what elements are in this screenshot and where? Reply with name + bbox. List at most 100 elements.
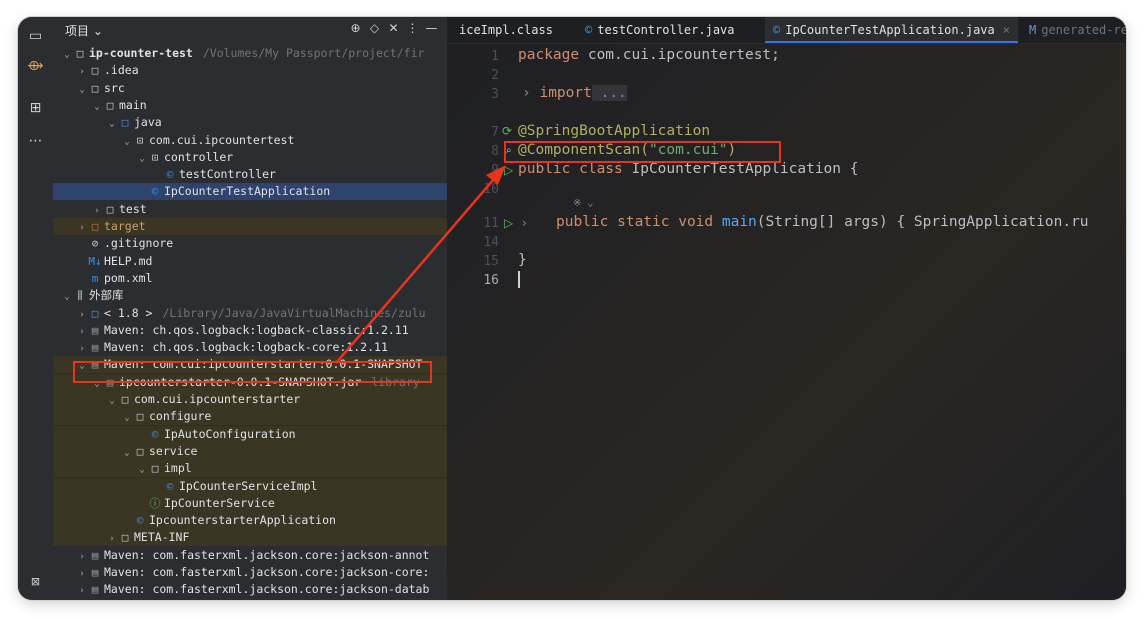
run-icon[interactable]: ▷ [504,163,513,177]
tree-chevron-icon[interactable]: › [76,583,88,598]
tree-chevron-icon[interactable]: › [76,64,88,79]
tree-chevron-icon[interactable]: › [76,566,88,581]
tree-chevron-icon[interactable]: ⌄ [121,410,133,425]
tree-item-label: IpCounterServiceImpl [179,478,318,493]
tree-item[interactable]: › □ .idea [53,62,447,79]
code-line-11[interactable]: public static void main(String[] args) {… [556,214,1089,230]
tree-chevron-icon[interactable]: › [106,531,118,546]
tree-node-icon: □ [121,116,129,130]
tree-item[interactable]: ⌄ □ impl [53,460,447,478]
tree-item-label: com.cui.ipcounterstarter [134,392,301,406]
tab-label: generated-re [1041,23,1126,37]
commit-icon[interactable]: ⟴ [23,53,48,78]
fold-chevron-icon[interactable]: › [522,216,527,230]
tree-item[interactable]: › □ < 1.8 > /Library/Java/JavaVirtualMachin… [53,305,447,322]
minimize-icon[interactable]: — [422,21,441,35]
code-line-3[interactable]: › import ... [522,85,627,101]
tree-item[interactable]: › ▤ Maven: com.fasterxml.jackson.core:jack… [53,547,447,564]
tree-node-icon: ▤ [91,583,99,597]
usage-hint[interactable]: ※ ⌄ [573,198,593,209]
tree-item[interactable]: › ▤ Maven: ch.qos.logback:logback-classic:… [53,322,447,339]
tree-item[interactable]: © IpAutoConfiguration [53,425,447,443]
editor-tab[interactable]: Mgenerated-re [1021,17,1126,43]
tree-item-label: com.cui.ipcountertest [149,132,295,147]
tree-item[interactable]: ⓘ IpCounterService [53,494,447,512]
tree-item[interactable]: ⊘ .gitignore [53,235,447,252]
tree-node-icon: ⫼ [77,289,83,303]
tree-node-icon: □ [106,202,114,216]
close-icon[interactable]: × [1003,23,1010,37]
tree-chevron-icon[interactable]: › [76,220,88,235]
tree-chevron-icon[interactable]: › [76,324,88,339]
tree-chevron-icon[interactable]: › [76,307,88,322]
more-tools-icon[interactable]: ⋯ [23,128,48,153]
project-panel-title[interactable]: 项目 ⌄ [65,22,103,39]
line-number: 15 [483,254,499,269]
tree-item[interactable]: › ▤ Maven: ch.qos.logback:logback-core:1.2… [53,339,447,356]
tree-chevron-icon[interactable]: ⌄ [91,99,103,114]
tree-item[interactable]: ⌄ ⊡ controller [53,149,447,166]
tree-chevron-icon[interactable]: ⌄ [76,82,88,97]
tree-node-icon: □ [121,393,129,406]
tree-item[interactable]: ⌄ □ ip-counter-test/Volumes/My Passport/pr… [53,45,447,62]
code-line-9[interactable]: public class IpCounterTestApplication { [518,161,858,177]
tree-item[interactable]: › □ target [53,218,447,235]
editor-tab[interactable]: © IpCounterTestApplication.java × [765,17,1018,43]
tree-item-label: service [149,443,198,458]
tree-item-label: META-INF [134,530,190,545]
tree-item[interactable]: © IpCounterTestApplication [53,183,447,201]
tree-chevron-icon[interactable]: ⌄ [121,134,133,149]
tree-chevron-icon[interactable]: ⌄ [106,116,118,131]
line-number: 8 [491,144,499,159]
tree-chevron-icon[interactable]: ⌄ [106,393,118,408]
tree-chevron-icon[interactable]: ⌄ [61,289,73,304]
structure-icon[interactable]: ⊞ [23,95,48,120]
tree-item[interactable]: › □ test [53,201,447,218]
editor-tab[interactable]: iceImpl.class [451,17,561,43]
tree-item[interactable]: © testController [53,166,447,183]
tree-chevron-icon[interactable]: ⌄ [136,151,148,166]
code-line-15[interactable]: } [518,252,527,268]
tree-item[interactable]: © IpCounterServiceImpl [53,477,447,495]
tree-item[interactable]: ⌄ ⊡ com.cui.ipcountertest [53,132,447,149]
editor-tab[interactable]: © testController.java [577,17,743,43]
tree-item[interactable]: ⌄ □ configure [53,408,447,426]
tree-item[interactable]: ⌄ □ com.cui.ipcounterstarter [53,391,447,408]
tree-item[interactable]: › □ META-INF [53,529,447,547]
code-line-1[interactable]: package com.cui.ipcountertest; [518,47,780,63]
tree-chevron-icon[interactable]: ⌄ [136,462,148,477]
tree-node-icon: © [166,479,174,493]
expand-all-icon[interactable]: ◇ [365,21,384,35]
tree-chevron-icon[interactable]: ⌄ [121,445,133,460]
collapse-all-icon[interactable]: ✕ [384,21,403,35]
tree-item[interactable]: › ▤ Maven: com.fasterxml.jackson.core:jack… [53,581,447,598]
tree-item[interactable]: ⌄ □ main [53,97,447,114]
tree-chevron-icon[interactable]: ⌄ [61,47,73,62]
tree-item[interactable]: ⌄ □ src [53,80,447,97]
project-tool-icon[interactable]: ▭ [23,23,48,48]
tree-item[interactable]: m pom.xml [53,270,447,287]
options-icon[interactable]: ⋮ [403,21,422,35]
tree-item-label: Maven: ch.qos.logback:logback-classic:1.… [104,322,409,337]
tree-item-label: main [119,97,147,112]
tree-item[interactable]: M↓ HELP.md [53,253,447,270]
project-panel-header: 项目 ⌄ ⊕ ◇ ✕ ⋮ — [53,17,447,43]
tree-item-label: impl [164,461,192,476]
tree-chevron-icon[interactable]: › [91,203,103,218]
tree-item[interactable]: ⌄ □ java [53,114,447,131]
tree-chevron-icon[interactable]: › [76,341,88,356]
tree-item[interactable]: ⌄ ⫼ 外部库 [53,287,447,304]
spring-bean-icon[interactable]: ⟳ [502,124,512,138]
tree-item[interactable]: ⌄ □ service [53,442,447,460]
tree-item[interactable]: © IpcounterstarterApplication [53,512,447,530]
tree-node-icon: ▤ [91,548,99,562]
code-line-7[interactable]: @SpringBootApplication [518,123,710,139]
tree-item-label: configure [149,409,212,424]
tree-chevron-icon[interactable]: › [76,549,88,564]
line-number: 10 [483,182,499,197]
run-main-icon[interactable]: ▷ [504,216,513,230]
tree-item[interactable]: › ▤ Maven: com.fasterxml.jackson.core:jack… [53,564,447,581]
excel-icon[interactable]: ⊠ [23,569,48,594]
tree-item-label: controller [164,149,234,164]
locate-icon[interactable]: ⊕ [346,21,365,35]
